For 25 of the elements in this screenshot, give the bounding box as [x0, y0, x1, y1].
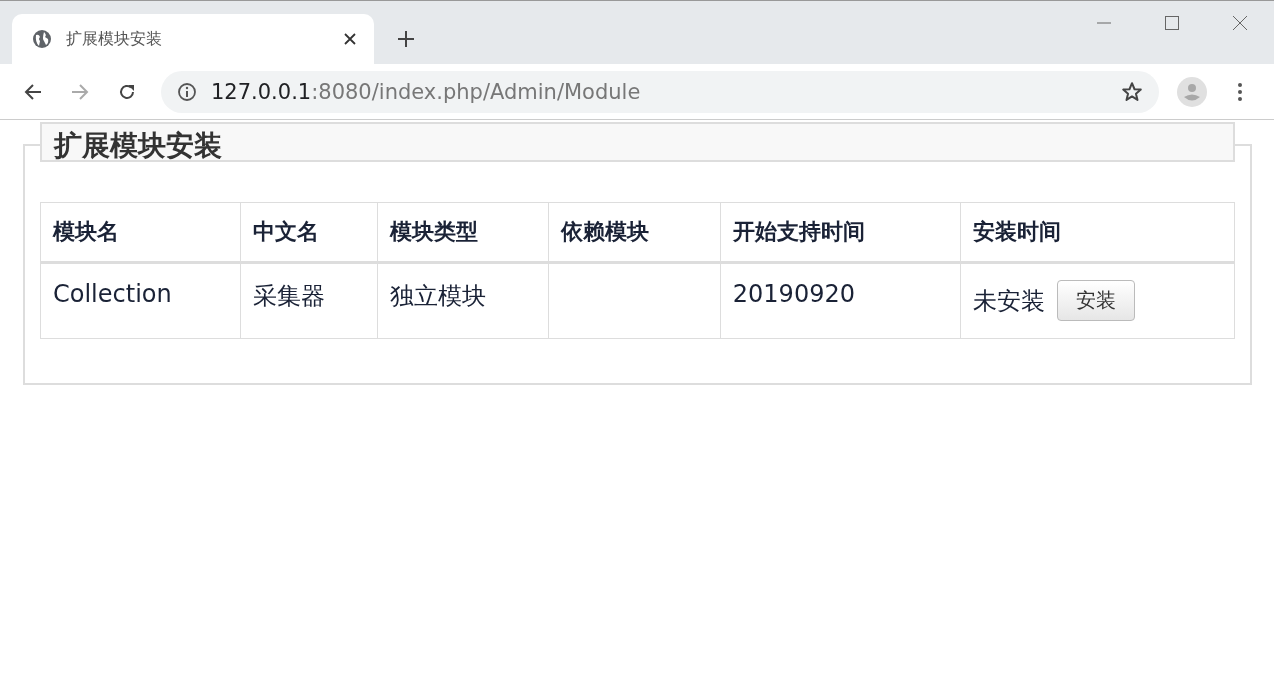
info-icon[interactable] — [177, 81, 197, 102]
install-button[interactable]: 安装 — [1056, 280, 1135, 321]
back-arrow-icon[interactable] — [23, 81, 43, 102]
maximize-icon[interactable] — [1164, 15, 1180, 31]
tab-title: 扩展模块安装 — [66, 28, 163, 50]
url-text: 127.0.0.1:8080/index.php/Admin/Module — [211, 79, 641, 104]
column-header: 开始支持时间 — [720, 202, 960, 263]
table-cell: 20190920 — [720, 262, 960, 339]
close-icon[interactable] — [344, 33, 356, 45]
star-icon[interactable] — [1121, 80, 1143, 103]
browser-tab[interactable]: 扩展模块安装 — [12, 14, 374, 64]
column-header: 模块名 — [40, 202, 241, 263]
panel-heading: 扩展模块安装 — [40, 122, 1235, 162]
column-header: 模块类型 — [377, 202, 549, 263]
globe-icon — [32, 29, 52, 49]
column-header: 安装时间 — [960, 202, 1235, 263]
table-cell: Collection — [40, 262, 241, 339]
column-header: 依赖模块 — [548, 202, 721, 263]
install-status: 未安装 — [972, 286, 1045, 315]
address-bar[interactable]: 127.0.0.1:8080/index.php/Admin/Module — [161, 70, 1159, 113]
new-tab-icon[interactable] — [398, 31, 414, 47]
table-cell: 独立模块 — [377, 262, 549, 339]
table-cell: 采集器 — [240, 262, 378, 339]
column-header: 中文名 — [240, 202, 378, 263]
menu-icon[interactable] — [1237, 81, 1243, 102]
